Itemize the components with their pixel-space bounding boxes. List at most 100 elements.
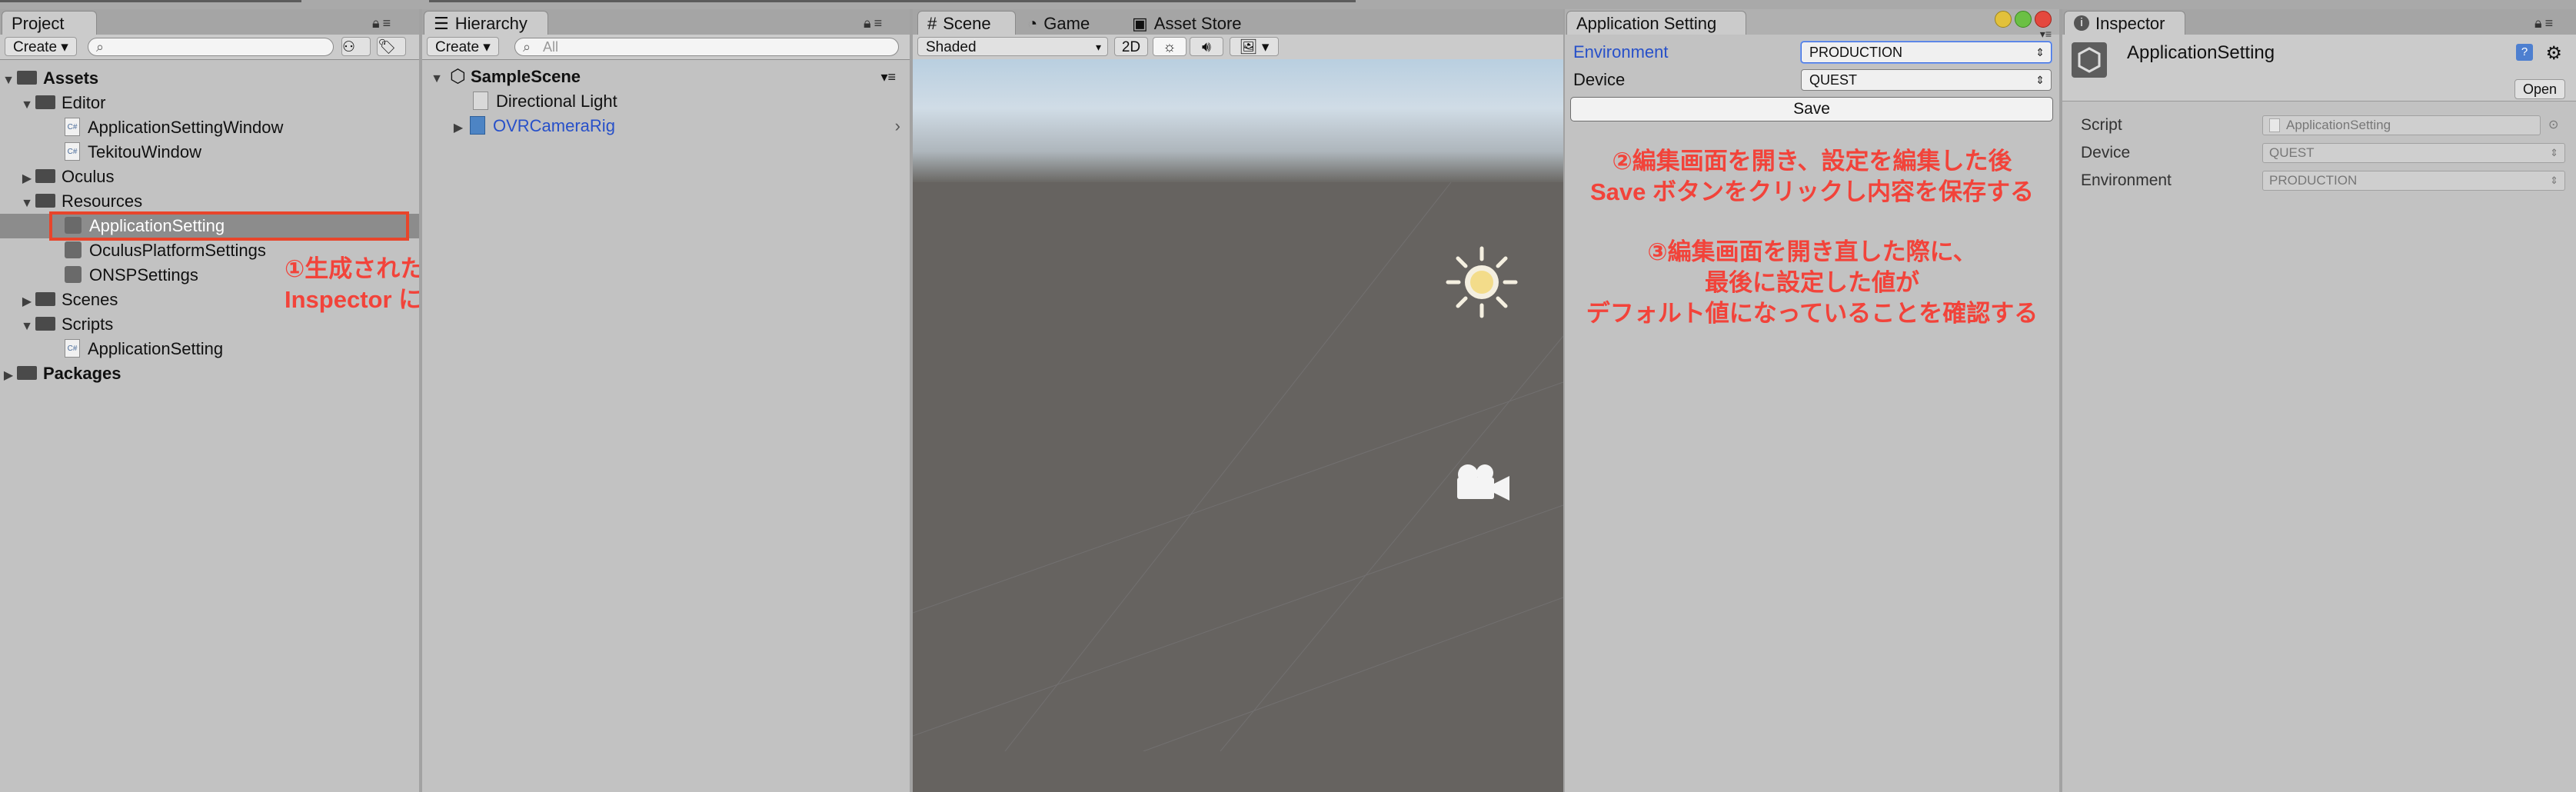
tree-item-scenes[interactable]: ▶ Scenes	[18, 288, 118, 312]
tree-label: ONSPSettings	[89, 265, 198, 285]
expand-arrow-icon[interactable]: ▼	[18, 314, 35, 339]
effects-toggle-icon[interactable]: 🖼︎ ▾	[1230, 37, 1279, 56]
lighting-toggle-icon[interactable]: ☼	[1153, 37, 1186, 56]
prefab-icon: ■	[470, 116, 485, 135]
shading-value: Shaded	[926, 39, 977, 55]
info-icon: i	[2074, 15, 2089, 31]
step3-line2: 最後に設定した値が	[1705, 269, 1919, 296]
lock-icon[interactable]: 🔒︎≡	[372, 15, 394, 32]
tree-item-packages[interactable]: ▶ Packages	[0, 361, 121, 386]
scriptable-object-icon	[65, 241, 82, 259]
tab-project[interactable]: Project	[2, 11, 97, 35]
zoom-icon[interactable]	[2015, 11, 2032, 28]
tree-item-applicationsettingwindow[interactable]: C# ApplicationSettingWindow	[65, 115, 283, 140]
project-search-input[interactable]: ⌕	[88, 38, 334, 56]
toggle-2d-button[interactable]: 2D	[1114, 37, 1148, 56]
unity-logo-icon: ⬡	[450, 66, 466, 87]
expand-arrow-icon[interactable]: ▼	[18, 191, 35, 216]
project-create-button[interactable]: Create ▾	[5, 37, 77, 56]
tree-label: Resources	[62, 191, 143, 211]
selection-highlight-box	[49, 211, 409, 241]
scene-root-row[interactable]: ▼ ⬡ SampleScene ▾≡	[428, 65, 902, 89]
expand-arrow-icon[interactable]: ▼	[428, 67, 445, 92]
field-label-environment: Environment	[2081, 171, 2172, 189]
tree-item-oculusplatformsettings[interactable]: OculusPlatformSettings	[65, 238, 266, 263]
tree-item-editor[interactable]: ▼ Editor	[18, 91, 105, 115]
window-buttons	[1995, 11, 2052, 28]
chevron-right-icon[interactable]: ›	[895, 114, 900, 138]
inspector-header: ApplicationSetting ? ⚙ Open	[2062, 35, 2576, 101]
hierarchy-item-directional-light[interactable]: ■ Directional Light	[473, 89, 617, 114]
tree-item-tekitouwindow[interactable]: C# TekitouWindow	[65, 140, 201, 165]
environment-label: Environment	[1573, 42, 1669, 62]
hierarchy-item-ovrcamerarig[interactable]: ▶ ■ OVRCameraRig ›	[450, 114, 902, 138]
tab-scene[interactable]: # Scene	[917, 11, 1016, 35]
expand-arrow-icon[interactable]: ▶	[18, 290, 35, 314]
script-value: ApplicationSetting	[2286, 118, 2391, 132]
csharp-script-icon: C#	[65, 118, 80, 137]
tree-item-oculus[interactable]: ▶ Oculus	[18, 165, 115, 191]
tree-item-assets[interactable]: ▼ Assets	[0, 66, 98, 91]
expand-arrow-icon[interactable]: ▼	[18, 93, 35, 118]
device-dropdown[interactable]: QUEST	[1801, 69, 2052, 91]
environment-field-value: PRODUCTION	[2269, 173, 2358, 188]
expand-arrow-icon[interactable]: ▶	[18, 167, 35, 191]
tab-hierarchy[interactable]: ☰ Hierarchy	[424, 11, 548, 35]
object-picker-icon[interactable]: ⊙	[2548, 117, 2558, 132]
help-icon[interactable]: ?	[2516, 44, 2533, 61]
filter-by-label-icon[interactable]: 🏷︎	[377, 37, 406, 56]
tree-label: Scenes	[62, 290, 118, 309]
hierarchy-search-input[interactable]: ⌕ All	[514, 38, 899, 56]
minimize-icon[interactable]	[1995, 11, 2012, 28]
save-button[interactable]: Save	[1570, 97, 2053, 121]
open-button[interactable]: Open	[2514, 79, 2566, 99]
scene-viewport[interactable]	[913, 59, 1563, 792]
lock-icon[interactable]: 🔒︎≡	[2534, 15, 2556, 32]
tab-game[interactable]: ◔ Game	[1017, 11, 1100, 35]
directional-light-icon[interactable]	[1443, 244, 1520, 321]
environment-field[interactable]: PRODUCTION	[2262, 171, 2565, 191]
close-icon[interactable]	[2035, 11, 2052, 28]
folder-icon	[35, 169, 55, 184]
folder-icon	[35, 95, 55, 110]
tree-label: Scripts	[62, 314, 114, 334]
tree-item-applicationsetting-script[interactable]: C# ApplicationSetting	[65, 337, 223, 361]
folder-icon	[17, 71, 37, 85]
tab-inspector[interactable]: i Inspector	[2064, 11, 2185, 35]
project-tabbar: Project 🔒︎≡	[0, 9, 419, 35]
expand-arrow-icon[interactable]: ▶	[0, 364, 17, 388]
gear-icon[interactable]: ⚙	[2545, 42, 2562, 65]
tree-item-resources[interactable]: ▼ Resources	[18, 189, 142, 214]
scene-panel: # Scene ◔ Game ▣ Asset Store Shaded ▾ 2D…	[913, 9, 1563, 792]
inspector-panel: i Inspector 🔒︎≡ ApplicationSetting ? ⚙ O…	[2062, 9, 2576, 792]
gameobject-icon: ■	[473, 92, 488, 111]
device-field[interactable]: QUEST	[2262, 143, 2565, 163]
step2-annotation: ②編集画面を開き、設定を編集した後 Save ボタンをクリックし内容を保存する	[1565, 146, 2059, 208]
camera-icon[interactable]	[1451, 459, 1513, 508]
project-tab-label: Project	[12, 13, 65, 33]
hierarchy-create-button[interactable]: Create ▾	[427, 37, 499, 56]
tab-asset-store[interactable]: ▣ Asset Store	[1122, 11, 1252, 35]
step1-line2: Inspector に詳細を表示しておく	[285, 286, 419, 313]
tree-item-scripts[interactable]: ▼ Scripts	[18, 312, 113, 337]
environment-dropdown[interactable]: PRODUCTION	[1801, 42, 2052, 63]
pacman-icon: ◔	[1027, 13, 1038, 33]
expand-arrow-icon[interactable]: ▶	[450, 116, 467, 141]
tree-item-onspsettings[interactable]: ONSPSettings	[65, 263, 198, 288]
hierarchy-item-label: OVRCameraRig	[493, 116, 615, 135]
lock-icon[interactable]: 🔒︎≡	[864, 15, 885, 32]
shading-dropdown[interactable]: Shaded ▾	[917, 37, 1108, 56]
asset-store-tab-label: Asset Store	[1153, 13, 1242, 33]
inspector-tab-label: Inspector	[2095, 13, 2165, 33]
tree-label: Assets	[43, 68, 99, 88]
tab-application-setting[interactable]: Application Setting	[1566, 11, 1746, 35]
tree-label: ApplicationSetting	[88, 339, 224, 358]
window-menu-icon[interactable]: ▾≡	[2040, 28, 2052, 41]
scene-menu-icon[interactable]: ▾≡	[880, 65, 896, 89]
audio-toggle-icon[interactable]: 🔊︎	[1190, 37, 1223, 56]
scene-toolbar: Shaded ▾ 2D ☼ 🔊︎ 🖼︎ ▾	[913, 35, 1563, 60]
filter-by-type-icon[interactable]: ⚇	[341, 37, 371, 56]
expand-arrow-icon[interactable]: ▼	[0, 68, 17, 93]
store-icon: ▣	[1132, 13, 1148, 33]
hierarchy-tab-label: Hierarchy	[454, 13, 528, 33]
